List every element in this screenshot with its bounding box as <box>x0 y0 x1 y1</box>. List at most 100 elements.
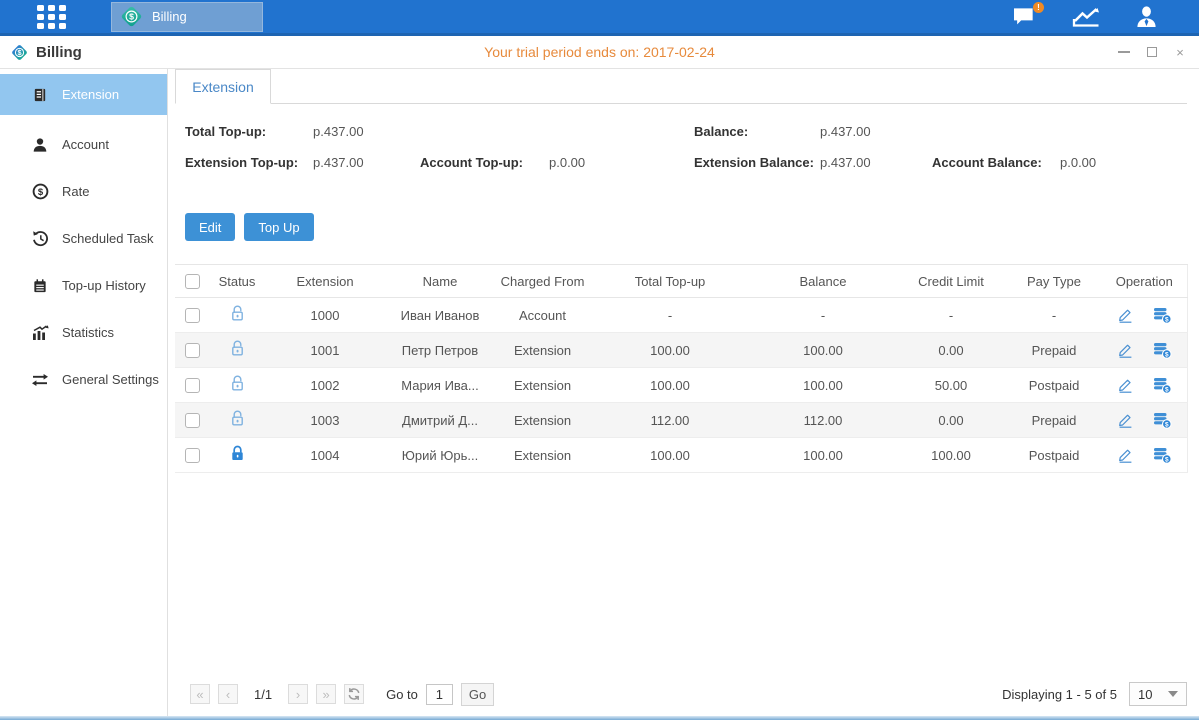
prev-page-button[interactable]: ‹ <box>218 684 238 704</box>
top-up-icon[interactable]: $ <box>1153 412 1172 429</box>
notification-badge: ! <box>1033 2 1044 13</box>
last-page-button[interactable]: » <box>316 684 336 704</box>
close-button[interactable]: × <box>1173 45 1187 59</box>
cell-extension: 1001 <box>265 333 385 368</box>
cell-total-topup: 100.00 <box>590 438 750 473</box>
minimize-button[interactable] <box>1117 45 1131 59</box>
pagination-controls: « ‹ 1/1 › » Go to Go <box>190 683 494 706</box>
cell-name: Мария Ива... <box>385 368 495 403</box>
row-checkbox[interactable] <box>185 343 200 358</box>
top-up-button[interactable]: Top Up <box>244 213 313 241</box>
dollar-circle-icon: $ <box>31 183 49 200</box>
column-header: Balance <box>750 265 896 298</box>
extension-balance-value: p.437.00 <box>820 155 871 170</box>
table-row: 1003Дмитрий Д...Extension112.00112.000.0… <box>175 403 1187 438</box>
billing-diamond-icon: $ <box>119 4 144 29</box>
tab-extension[interactable]: Extension <box>175 69 271 104</box>
sidebar-item-account[interactable]: Account <box>0 121 167 168</box>
sidebar-item-rate[interactable]: $Rate <box>0 168 167 215</box>
edit-button[interactable]: Edit <box>185 213 235 241</box>
billing-app-icon: $ <box>10 43 29 62</box>
app-window: $ Billing ! $ Billing Your trial period … <box>0 0 1199 720</box>
action-buttons: Edit Top Up <box>185 213 1187 241</box>
row-checkbox[interactable] <box>185 308 200 323</box>
app-grid-icon[interactable] <box>37 5 67 29</box>
cell-name: Дмитрий Д... <box>385 403 495 438</box>
cell-total-topup: 100.00 <box>590 333 750 368</box>
cell-charged-from: Account <box>495 298 590 333</box>
edit-icon[interactable] <box>1117 412 1134 428</box>
cell-balance: 100.00 <box>750 438 896 473</box>
account-balance-label: Account Balance: <box>932 155 1042 170</box>
cell-credit-limit: 100.00 <box>896 438 1006 473</box>
svg-text:$: $ <box>1165 316 1169 323</box>
go-button[interactable]: Go <box>461 683 494 706</box>
topbar-tab-billing[interactable]: $ Billing <box>111 2 263 32</box>
status-locked-icon <box>230 445 245 462</box>
cell-name: Юрий Юрь... <box>385 438 495 473</box>
column-header: Credit Limit <box>896 265 1006 298</box>
goto-page-input[interactable] <box>426 684 453 705</box>
topbar-icons: ! <box>1012 0 1159 33</box>
account-topup-value: p.0.00 <box>549 155 585 170</box>
cell-pay-type: Prepaid <box>1006 333 1102 368</box>
reports-chart-icon[interactable] <box>1072 6 1100 28</box>
total-topup-value: p.437.00 <box>313 124 364 139</box>
status-unlocked-icon <box>230 340 245 357</box>
table-row: 1000Иван ИвановAccount----$ <box>175 298 1187 333</box>
page-size-value: 10 <box>1138 687 1152 702</box>
balance-label: Balance: <box>694 124 748 139</box>
cell-extension: 1000 <box>265 298 385 333</box>
sidebar-item-general-settings[interactable]: General Settings <box>0 356 167 403</box>
svg-text:$: $ <box>37 187 43 198</box>
extension-topup-label: Extension Top-up: <box>185 155 298 170</box>
cell-credit-limit: 0.00 <box>896 403 1006 438</box>
edit-icon[interactable] <box>1117 377 1134 393</box>
top-up-icon[interactable]: $ <box>1153 307 1172 324</box>
trial-notice: Your trial period ends on: 2017-02-24 <box>484 44 715 60</box>
edit-icon[interactable] <box>1117 342 1134 358</box>
cell-pay-type: Postpaid <box>1006 368 1102 403</box>
select-all-checkbox[interactable] <box>185 274 200 289</box>
cell-charged-from: Extension <box>495 333 590 368</box>
cell-pay-type: Postpaid <box>1006 438 1102 473</box>
cell-balance: 100.00 <box>750 368 896 403</box>
edit-icon[interactable] <box>1117 447 1134 463</box>
table-row: 1001Петр ПетровExtension100.00100.000.00… <box>175 333 1187 368</box>
column-header: Charged From <box>495 265 590 298</box>
sidebar-item-label: Account <box>62 137 109 152</box>
row-checkbox[interactable] <box>185 378 200 393</box>
refresh-icon[interactable] <box>344 684 364 704</box>
top-up-icon[interactable]: $ <box>1153 342 1172 359</box>
svg-text:$: $ <box>1165 421 1169 428</box>
sidebar-item-extension[interactable]: Extension <box>0 74 167 115</box>
sidebar-item-statistics[interactable]: Statistics <box>0 309 167 356</box>
top-up-icon[interactable]: $ <box>1153 377 1172 394</box>
row-checkbox[interactable] <box>185 448 200 463</box>
edit-icon[interactable] <box>1117 307 1134 323</box>
maximize-button[interactable] <box>1145 45 1159 59</box>
extension-balance-label: Extension Balance: <box>694 155 814 170</box>
page-indicator: 1/1 <box>254 687 272 702</box>
window-title: Billing <box>36 44 82 61</box>
account-topup-label: Account Top-up: <box>420 155 523 170</box>
cell-charged-from: Extension <box>495 438 590 473</box>
next-page-button[interactable]: › <box>288 684 308 704</box>
transfer-arrows-icon <box>31 373 49 387</box>
sidebar-item-top-up-history[interactable]: Top-up History <box>0 262 167 309</box>
column-header: Extension <box>265 265 385 298</box>
column-header: Operation <box>1102 265 1187 298</box>
svg-text:$: $ <box>1165 351 1169 358</box>
user-account-icon[interactable] <box>1134 5 1159 28</box>
cell-extension: 1002 <box>265 368 385 403</box>
page-size-select[interactable]: 10 <box>1129 682 1187 706</box>
sidebar-item-label: Statistics <box>62 325 114 340</box>
first-page-button[interactable]: « <box>190 684 210 704</box>
column-header: Total Top-up <box>590 265 750 298</box>
notifications-icon[interactable]: ! <box>1012 6 1038 28</box>
sidebar-item-scheduled-task[interactable]: Scheduled Task <box>0 215 167 262</box>
row-checkbox[interactable] <box>185 413 200 428</box>
status-unlocked-icon <box>230 375 245 392</box>
topbar-tab-label: Billing <box>152 9 187 24</box>
top-up-icon[interactable]: $ <box>1153 447 1172 464</box>
